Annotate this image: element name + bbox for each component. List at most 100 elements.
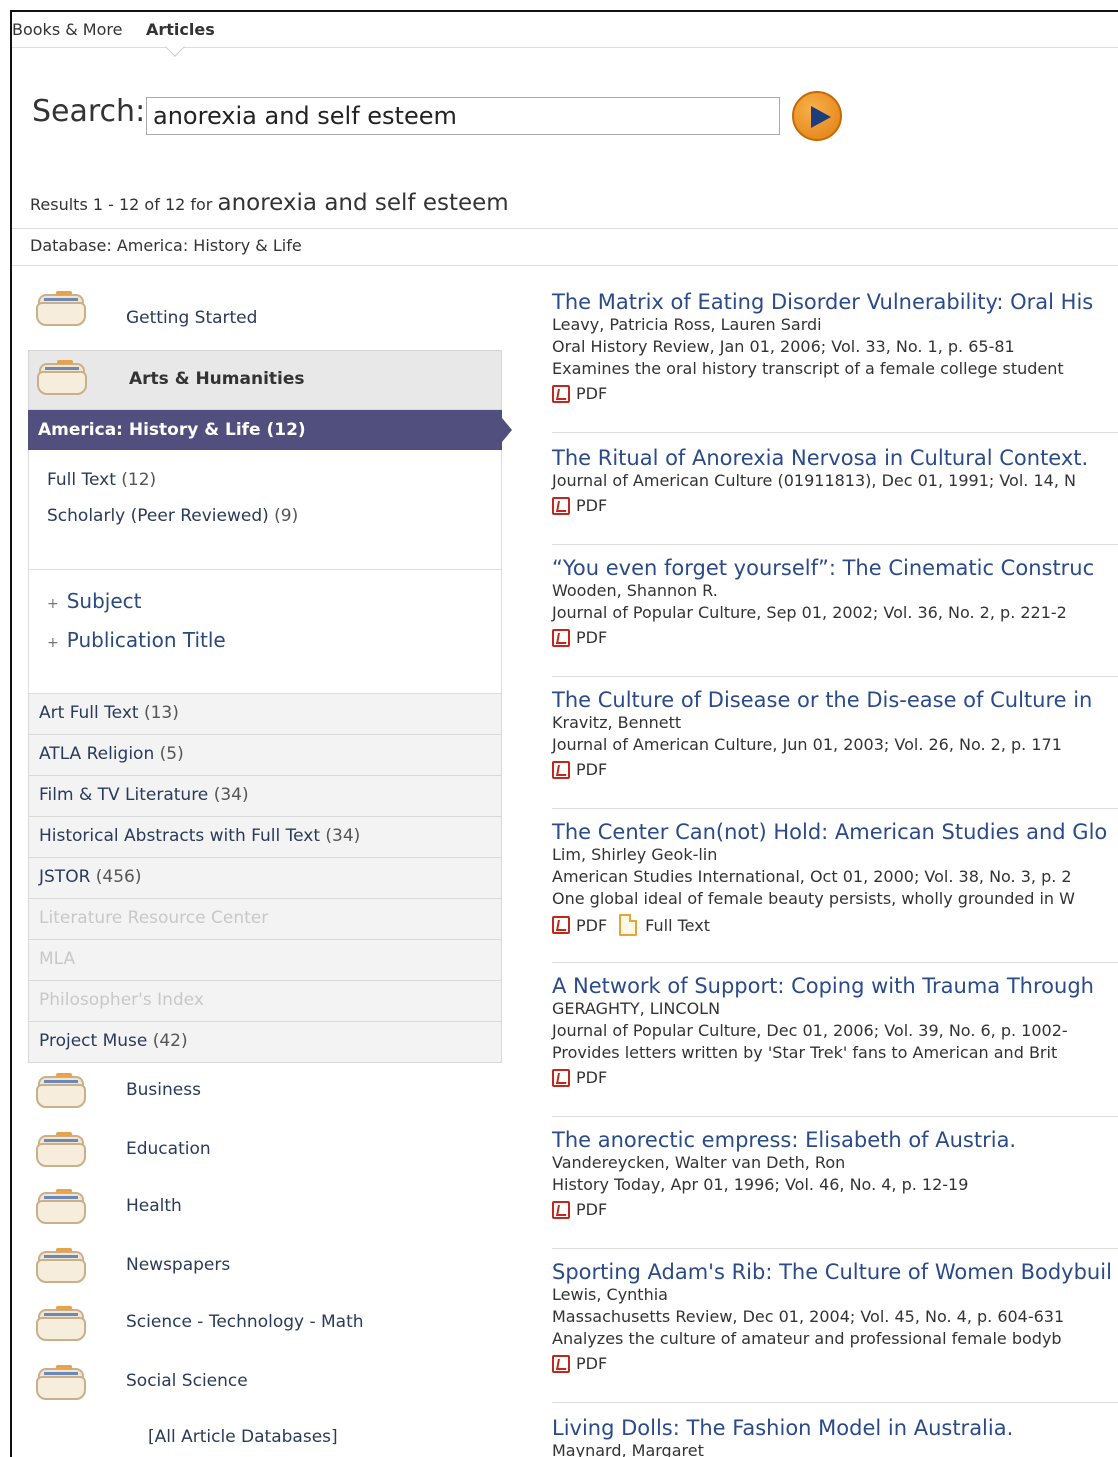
pdf-link[interactable]: PDF (576, 1068, 607, 1087)
result-title[interactable]: The anorectic empress: Elisabeth of Aust… (552, 1128, 1118, 1152)
database-item-disabled: Literature Resource Center (28, 899, 502, 940)
result-item: The Ritual of Anorexia Nervosa in Cultur… (552, 446, 1118, 515)
facet-subject[interactable]: + Subject (47, 589, 142, 613)
divider (12, 265, 1118, 266)
folder-icon (36, 1364, 86, 1400)
database-item[interactable]: Film & TV Literature (34) (28, 776, 502, 817)
pdf-icon (552, 496, 570, 515)
result-title[interactable]: A Network of Support: Coping with Trauma… (552, 974, 1118, 998)
result-author: Wooden, Shannon R. (552, 581, 718, 600)
pdf-icon (552, 916, 570, 934)
category-label: Arts & Humanities (129, 369, 305, 389)
result-abstract: One global ideal of female beauty persis… (552, 889, 1075, 908)
divider (552, 432, 1118, 433)
result-item: “You even forget yourself”: The Cinemati… (552, 556, 1118, 647)
result-title[interactable]: The Culture of Disease or the Dis-ease o… (552, 688, 1118, 712)
folder-icon (36, 1247, 86, 1283)
result-author: GERAGHTY, LINCOLN (552, 999, 721, 1018)
divider (552, 808, 1118, 809)
result-item: The Culture of Disease or the Dis-ease o… (552, 688, 1118, 779)
page-frame: Books & More Articles Search: Results 1 … (10, 10, 1118, 1457)
divider (552, 1248, 1118, 1249)
category-science-technology-math[interactable]: Science - Technology - Math (126, 1312, 364, 1332)
result-abstract: Analyzes the culture of amateur and prof… (552, 1329, 1062, 1348)
facets: + Subject + Publication Title (28, 570, 502, 694)
plus-icon: + (47, 596, 59, 612)
pdf-icon (552, 384, 570, 403)
result-author: Maynard, Margaret (552, 1441, 704, 1457)
filter-scholarly[interactable]: Scholarly (Peer Reviewed) (9) (47, 506, 298, 526)
filter-full-text[interactable]: Full Text (12) (47, 470, 156, 490)
tab-articles[interactable]: Articles (146, 20, 215, 39)
pdf-link[interactable]: PDF (576, 628, 607, 647)
folder-icon (36, 1188, 86, 1224)
result-title[interactable]: The Center Can(not) Hold: American Studi… (552, 820, 1118, 844)
category-arts-humanities[interactable]: Arts & Humanities (28, 350, 502, 410)
document-icon (619, 914, 638, 936)
pdf-link[interactable]: PDF (576, 496, 607, 515)
pdf-link[interactable]: PDF (576, 384, 607, 403)
plus-icon: + (47, 635, 59, 651)
result-source: History Today, Apr 01, 1996; Vol. 46, No… (552, 1175, 969, 1194)
category-social-science[interactable]: Social Science (126, 1371, 248, 1391)
database-item[interactable]: Historical Abstracts with Full Text (34) (28, 817, 502, 858)
divider (552, 544, 1118, 545)
database-item[interactable]: JSTOR (456) (28, 858, 502, 899)
tab-books-more[interactable]: Books & More (12, 20, 122, 39)
result-title[interactable]: The Ritual of Anorexia Nervosa in Cultur… (552, 446, 1118, 470)
pdf-link[interactable]: PDF (576, 760, 607, 779)
folder-icon (36, 290, 86, 326)
pdf-icon (552, 1200, 570, 1219)
result-author: Vandereycken, Walter van Deth, Ron (552, 1153, 846, 1172)
pdf-link[interactable]: PDF (576, 1200, 607, 1219)
database-list: Art Full Text (13) ATLA Religion (5) Fil… (28, 694, 502, 1063)
pdf-link[interactable]: PDF (576, 916, 607, 935)
results-count: Results 1 - 12 of 12 for (30, 195, 213, 214)
result-abstract: Examines the oral history transcript of … (552, 359, 1064, 378)
result-item: A Network of Support: Coping with Trauma… (552, 974, 1118, 1087)
divider (552, 962, 1118, 963)
divider (12, 228, 1118, 229)
divider (552, 1116, 1118, 1117)
result-item: The Matrix of Eating Disorder Vulnerabil… (552, 290, 1118, 403)
search-go-button[interactable] (792, 91, 842, 141)
active-database[interactable]: America: History & Life (12) (28, 410, 512, 450)
category-business[interactable]: Business (126, 1080, 201, 1100)
all-article-databases-link[interactable]: [All Article Databases] (148, 1427, 338, 1447)
folder-icon (36, 1072, 86, 1108)
database-item[interactable]: ATLA Religion (5) (28, 735, 502, 776)
pdf-icon (552, 1068, 570, 1087)
result-title[interactable]: The Matrix of Eating Disorder Vulnerabil… (552, 290, 1118, 314)
database-item-disabled: MLA (28, 940, 502, 981)
database-item[interactable]: Project Muse (42) (28, 1022, 502, 1063)
divider (552, 676, 1118, 677)
database-label: Database: America: History & Life (30, 236, 302, 255)
result-title[interactable]: Living Dolls: The Fashion Model in Austr… (552, 1416, 1118, 1440)
facet-publication-title[interactable]: + Publication Title (47, 628, 226, 652)
result-source: Massachusetts Review, Dec 01, 2004; Vol.… (552, 1307, 1065, 1326)
result-author: Kravitz, Bennett (552, 713, 682, 732)
folder-icon (36, 1131, 86, 1167)
category-education[interactable]: Education (126, 1139, 211, 1159)
result-source: Oral History Review, Jan 01, 2006; Vol. … (552, 337, 1015, 356)
search-label: Search: (32, 94, 146, 129)
category-health[interactable]: Health (126, 1196, 182, 1216)
folder-icon (36, 1305, 86, 1341)
result-source: American Studies International, Oct 01, … (552, 867, 1072, 886)
category-getting-started[interactable]: Getting Started (126, 308, 257, 328)
database-item-disabled: Philosopher's Index (28, 981, 502, 1022)
result-item: Living Dolls: The Fashion Model in Austr… (552, 1416, 1118, 1457)
result-title[interactable]: Sporting Adam's Rib: The Culture of Wome… (552, 1260, 1118, 1284)
result-source: Journal of American Culture, Jun 01, 200… (552, 735, 1062, 754)
result-author: Lewis, Cynthia (552, 1285, 668, 1304)
category-newspapers[interactable]: Newspapers (126, 1255, 230, 1275)
full-text-link[interactable]: Full Text (645, 916, 710, 935)
database-item[interactable]: Art Full Text (13) (28, 694, 502, 735)
result-abstract: Provides letters written by 'Star Trek' … (552, 1043, 1058, 1062)
result-item: The anorectic empress: Elisabeth of Aust… (552, 1128, 1118, 1219)
pdf-link[interactable]: PDF (576, 1354, 607, 1373)
folder-icon (37, 359, 87, 395)
result-author: Lim, Shirley Geok-lin (552, 845, 718, 864)
search-input[interactable] (146, 97, 780, 135)
result-title[interactable]: “You even forget yourself”: The Cinemati… (552, 556, 1118, 580)
